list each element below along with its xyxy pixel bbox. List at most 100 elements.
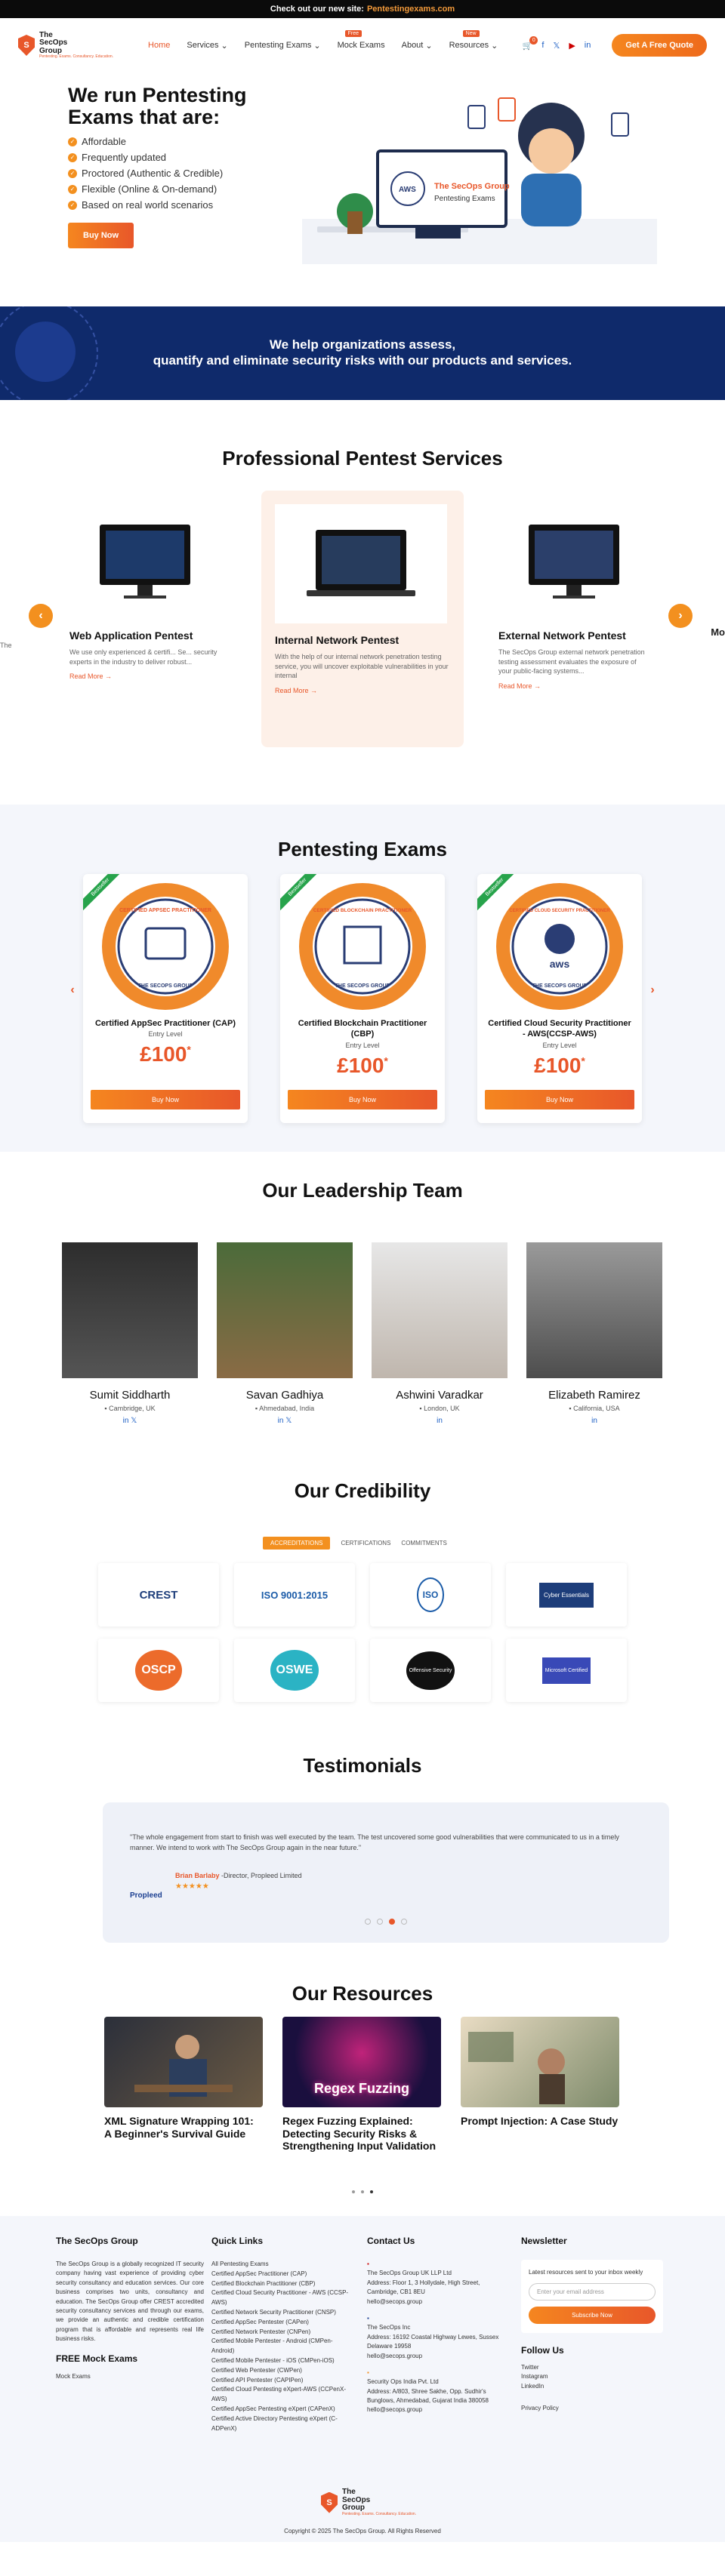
footer-contact: Contact Us ▪ The SecOps Group UK LLP Ltd… (367, 2236, 511, 2415)
leader-card[interactable]: Ashwini Varadkar ▪ London, UK in (372, 1242, 508, 1425)
nav-home[interactable]: Home (148, 41, 170, 51)
youtube-icon[interactable]: ▶ (569, 41, 575, 51)
site-logo[interactable]: S The SecOps Group Pentesting. Exams. Co… (18, 31, 113, 60)
svg-text:CERTIFIED BLOCKCHAIN PRACTITIO: CERTIFIED BLOCKCHAIN PRACTITIONER (313, 908, 412, 913)
footer-link[interactable]: Certified Network Security Practitioner … (211, 2308, 355, 2318)
footer-email[interactable]: hello@secops.group (367, 2405, 511, 2414)
mission-line-2: quantify and eliminate security risks wi… (153, 353, 572, 368)
footer-link[interactable]: Certified Cloud Pentesting eXpert-AWS (C… (211, 2385, 355, 2405)
nav-resources[interactable]: New Resources ⌄ (449, 29, 498, 51)
announcement-link[interactable]: Pentestingexams.com (367, 5, 455, 14)
linkedin-icon[interactable]: in (591, 1417, 597, 1425)
service-card[interactable]: Internal Network Pentest With the help o… (261, 491, 464, 747)
leader-card[interactable]: Savan Gadhiya ▪ Ahmedabad, India in 𝕏 (217, 1242, 353, 1425)
resource-card[interactable]: XML Signature Wrapping 101: A Beginner's… (104, 2017, 263, 2140)
linkedin-icon[interactable]: in (278, 1417, 284, 1425)
hero-buy-button[interactable]: Buy Now (68, 223, 134, 249)
twitter-icon[interactable]: 𝕏 (553, 41, 560, 51)
footer-email[interactable]: hello@secops.group (367, 2297, 511, 2307)
carousel-dot[interactable] (389, 1919, 395, 1925)
services-next-arrow[interactable]: › (668, 604, 693, 628)
exams-prev-arrow[interactable]: ‹ (60, 978, 85, 1002)
newsletter-email-input[interactable]: Enter your email address (529, 2283, 656, 2301)
footer-link[interactable]: Certified Mobile Pentester - iOS (CMPen-… (211, 2356, 355, 2366)
service-card[interactable]: Web Application Pentest We use only expe… (69, 502, 232, 743)
footer-twitter-link[interactable]: Twitter (521, 2363, 672, 2372)
read-more-link[interactable]: Read More → (275, 687, 450, 694)
footer-link[interactable]: Certified AppSec Pentesting eXpert (CAPe… (211, 2405, 355, 2414)
offensive-security-badge: Offensive Security (370, 1639, 491, 1702)
credibility-section: Our Credibility ACCREDITATIONS CERTIFICA… (0, 1476, 725, 1748)
footer-instagram-link[interactable]: Instagram (521, 2372, 672, 2381)
linkedin-icon[interactable]: in (585, 41, 591, 50)
buy-now-button[interactable]: Buy Now (485, 1090, 634, 1109)
svg-text:THE SECOPS GROUP: THE SECOPS GROUP (138, 983, 193, 989)
us-flag-icon: ▪ (367, 2314, 369, 2322)
facebook-icon[interactable]: f (541, 41, 544, 50)
carousel-dot[interactable] (377, 1919, 383, 1925)
read-more-link[interactable]: Read More → (498, 682, 649, 690)
avatar (62, 1242, 198, 1378)
resource-card[interactable]: Regex Fuzzing Regex Fuzzing Explained: D… (282, 2017, 441, 2153)
footer-link[interactable]: Certified Cloud Security Practitioner - … (211, 2288, 355, 2308)
svg-text:THE SECOPS GROUP: THE SECOPS GROUP (335, 983, 390, 989)
credibility-tabs: ACCREDITATIONS CERTIFICATIONS COMMITMENT… (263, 1537, 447, 1550)
resource-card[interactable]: Prompt Injection: A Case Study (461, 2017, 619, 2128)
footer-linkedin-link[interactable]: LinkedIn (521, 2382, 672, 2391)
get-quote-button[interactable]: Get A Free Quote (612, 34, 707, 57)
nav-about[interactable]: About ⌄ (402, 41, 433, 51)
footer-link[interactable]: All Pentesting Exams (211, 2260, 355, 2270)
carousel-dot[interactable] (365, 1919, 371, 1925)
main-nav: S The SecOps Group Pentesting. Exams. Co… (0, 18, 725, 72)
footer-link[interactable]: Certified AppSec Pentester (CAPen) (211, 2318, 355, 2328)
menu: Home Services ⌄ Pentesting Exams ⌄ Free Moc… (148, 29, 498, 51)
announcement-text: Check out our new site: (270, 5, 364, 14)
footer-email[interactable]: hello@secops.group (367, 2352, 511, 2361)
footer-link[interactable]: Certified AppSec Practitioner (CAP) (211, 2270, 355, 2279)
leader-card[interactable]: Sumit Siddharth ▪ Cambridge, UK in 𝕏 (62, 1242, 198, 1425)
cbp-seal-icon: CERTIFIED BLOCKCHAIN PRACTITIONER THE SE… (299, 883, 426, 1010)
service-card[interactable]: External Network Pentest The SecOps Grou… (498, 502, 649, 743)
footer-link[interactable]: Certified Web Pentester (CWPen) (211, 2366, 355, 2376)
exams-next-arrow[interactable]: › (640, 978, 665, 1002)
linkedin-icon[interactable]: in (437, 1417, 443, 1425)
nav-pentesting-exams[interactable]: Pentesting Exams ⌄ (245, 41, 321, 51)
read-more-link[interactable]: Read More → (69, 672, 232, 680)
leader-card[interactable]: Elizabeth Ramirez ▪ California, USA in (526, 1242, 662, 1425)
buy-now-button[interactable]: Buy Now (288, 1090, 437, 1109)
cart-icon[interactable]: 🛒 0 (523, 35, 538, 51)
footer-link[interactable]: Certified Mobile Pentester - Android (CM… (211, 2337, 355, 2356)
subscribe-button[interactable]: Subscribe Now (529, 2307, 656, 2324)
nav-services[interactable]: Services ⌄ (187, 41, 227, 51)
copyright: Copyright © 2025 The SecOps Group. All R… (284, 2528, 441, 2534)
footer-link[interactable]: Certified Network Pentester (CNPen) (211, 2328, 355, 2337)
ccsp-seal-icon: CERTIFIED CLOUD SECURITY PRACTITIONER aw… (496, 883, 623, 1010)
footer-mock-link[interactable]: Mock Exams (56, 2373, 91, 2380)
twitter-icon[interactable]: 𝕏 (131, 1417, 137, 1425)
linkedin-icon[interactable]: in (123, 1417, 129, 1425)
exams-title: Pentesting Exams (278, 838, 447, 860)
carousel-dot[interactable] (401, 1919, 407, 1925)
exam-card[interactable]: Bestseller CERTIFIED APPSEC PRACTITIONER… (83, 874, 248, 1123)
tab-commitments[interactable]: COMMITMENTS (401, 1537, 446, 1550)
exam-card[interactable]: Bestseller CERTIFIED BLOCKCHAIN PRACTITI… (280, 874, 445, 1123)
tab-certifications[interactable]: CERTIFICATIONS (341, 1537, 390, 1550)
exam-card[interactable]: Bestseller CERTIFIED CLOUD SECURITY PRAC… (477, 874, 642, 1123)
footer-link[interactable]: Certified Blockchain Practitioner (CBP) (211, 2279, 355, 2289)
tab-accreditations[interactable]: ACCREDITATIONS (263, 1537, 331, 1550)
privacy-link[interactable]: Privacy Policy (521, 2405, 672, 2411)
footer-logo[interactable]: S The SecOps Group Pentesting. Exams. Cons… (321, 2488, 416, 2516)
footer-link[interactable]: Certified Active Directory Pentesting eX… (211, 2414, 355, 2434)
shield-logo-icon: S (321, 2491, 338, 2513)
footer-link[interactable]: Certified API Pentester (CAPIPen) (211, 2376, 355, 2386)
leadership-section: Our Leadership Team Sumit Siddharth ▪ Ca… (0, 1152, 725, 1476)
services-prev-arrow[interactable]: ‹ (29, 604, 53, 628)
footer-newsletter: Newsletter Latest resources sent to your… (521, 2236, 672, 2411)
cart-count: 0 (529, 35, 538, 45)
check-icon: ✓ (68, 184, 77, 194)
chevron-down-icon: ⌄ (491, 41, 498, 51)
twitter-icon[interactable]: 𝕏 (285, 1417, 292, 1425)
footer-about: The SecOps Group The SecOps Group is a g… (56, 2236, 204, 2380)
buy-now-button[interactable]: Buy Now (91, 1090, 240, 1109)
nav-mock-exams[interactable]: Free Mock Exams (338, 29, 385, 51)
